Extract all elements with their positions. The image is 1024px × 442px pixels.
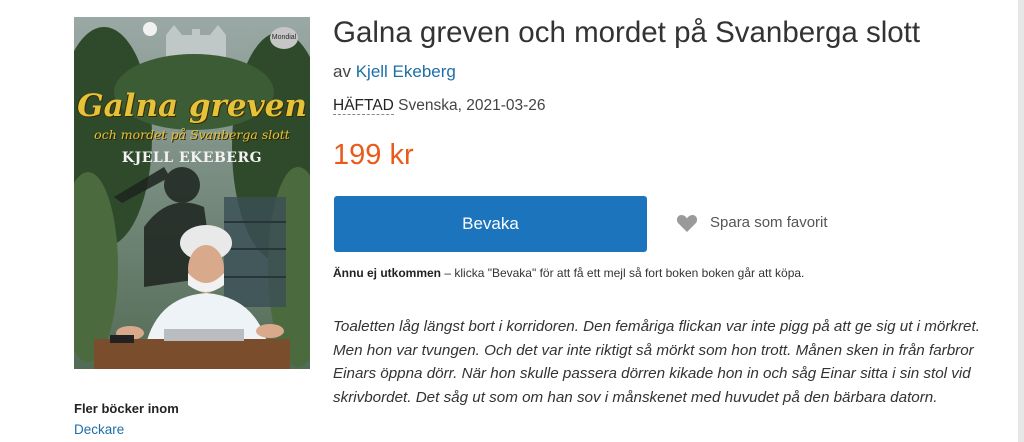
byline: av Kjell Ekeberg <box>333 62 456 82</box>
notice-text: – klicka "Bevaka" för att få ett mejl så… <box>441 266 805 280</box>
heart-icon <box>676 213 698 238</box>
cover-author: KJELL EKEBERG <box>121 150 263 166</box>
author-link[interactable]: Kjell Ekeberg <box>356 62 456 81</box>
cover-subtitle: och mordet på Svanberga slott <box>94 127 290 142</box>
format-line: HÄFTAD Svenska, 2021-03-26 <box>333 97 546 115</box>
cover-illustration <box>74 17 310 369</box>
price: 199 kr <box>333 139 414 171</box>
category-link-deckare[interactable]: Deckare <box>74 422 124 437</box>
publisher-logo: Mondial <box>270 27 298 49</box>
book-cover-image[interactable]: Mondial Galna greven och mordet på Svanb… <box>74 17 310 369</box>
availability-notice: Ännu ej utkommen – klicka "Bevaka" för a… <box>333 266 804 280</box>
cover-title: Galna greven <box>77 88 307 124</box>
notice-bold: Ännu ej utkommen <box>333 266 442 280</box>
book-title: Galna greven och mordet på Svanberga slo… <box>333 16 921 49</box>
language-date: Svenska, 2021-03-26 <box>398 97 546 114</box>
book-excerpt: Toaletten låg längst bort i korridoren. … <box>333 318 980 406</box>
format-label[interactable]: HÄFTAD <box>333 97 394 115</box>
by-prefix: av <box>333 62 351 81</box>
save-favorite-label: Spara som favorit <box>710 214 828 231</box>
watch-button[interactable]: Bevaka <box>334 196 647 252</box>
scrollbar-track[interactable] <box>1018 0 1024 442</box>
more-books-label: Fler böcker inom <box>74 401 179 416</box>
